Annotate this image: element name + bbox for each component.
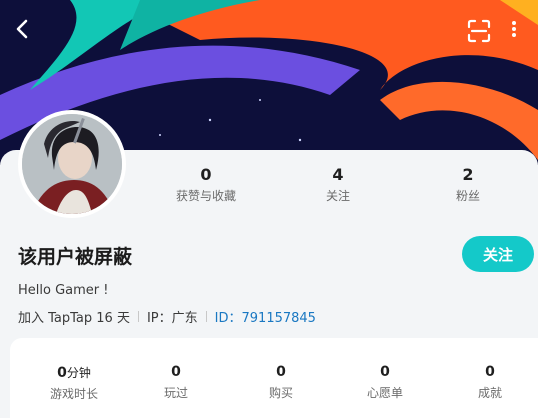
more-button[interactable] — [510, 18, 538, 50]
back-chevron-icon — [16, 19, 28, 39]
playtime-unit: 分钟 — [66, 366, 91, 380]
stat-followers-value: 2 — [462, 165, 474, 184]
game-stat-wishlist[interactable]: 0 心愿单 — [335, 364, 435, 401]
avatar[interactable] — [18, 110, 126, 218]
follow-button[interactable]: 关注 — [462, 236, 534, 272]
bought-label: 购买 — [268, 386, 293, 400]
more-vertical-icon — [512, 21, 516, 37]
stat-likes-label: 获赞与收藏 — [175, 189, 236, 203]
achievements-label: 成就 — [477, 386, 502, 400]
wishlist-value: 0 — [380, 364, 390, 380]
stat-followers-label: 粉丝 — [455, 189, 480, 203]
back-button[interactable] — [12, 18, 44, 50]
ip-location: IP：广东 — [146, 311, 198, 326]
stat-likes-value: 0 — [200, 165, 212, 184]
playtime-label: 游戏时长 — [49, 387, 98, 401]
avatar-portrait — [22, 114, 122, 214]
achievements-value: 0 — [485, 364, 495, 380]
playtime-value: 0分钟 — [57, 365, 91, 381]
user-id-label: ID： — [214, 311, 242, 326]
profile-stats: 0 获赞与收藏 4 关注 2 粉丝 — [140, 165, 538, 205]
profile-meta: 加入 TapTap 16 天 IP：广东 ID：791157845 — [18, 307, 316, 326]
joined-text: 加入 TapTap 16 天 — [18, 311, 130, 326]
played-value: 0 — [171, 364, 181, 380]
game-stat-bought[interactable]: 0 购买 — [231, 364, 331, 401]
wishlist-label: 心愿单 — [366, 386, 403, 400]
bought-value: 0 — [276, 364, 286, 380]
meta-divider — [137, 311, 139, 322]
username: 该用户被屏蔽 — [18, 246, 133, 268]
game-stat-achievements[interactable]: 0 成就 — [440, 364, 538, 401]
played-label: 玩过 — [163, 386, 188, 400]
stat-following-value: 4 — [332, 165, 344, 184]
stat-likes[interactable]: 0 获赞与收藏 — [146, 165, 266, 204]
game-stat-playtime[interactable]: 0分钟 游戏时长 — [24, 364, 124, 402]
stat-following[interactable]: 4 关注 — [278, 165, 398, 204]
stat-followers[interactable]: 2 粉丝 — [408, 165, 528, 204]
user-id[interactable]: ID：791157845 — [215, 307, 316, 326]
scan-icon — [467, 19, 491, 43]
scan-button[interactable] — [466, 18, 498, 50]
bio-text: Hello Gamer ! — [18, 283, 109, 298]
game-stats-card: 0分钟 游戏时长 0 玩过 0 购买 0 心愿单 0 成就 — [10, 338, 538, 418]
avatar-image — [22, 114, 122, 214]
game-stat-played[interactable]: 0 玩过 — [126, 364, 226, 401]
user-id-value: 791157845 — [241, 311, 316, 326]
meta-divider — [205, 311, 207, 322]
stat-following-label: 关注 — [325, 189, 350, 203]
